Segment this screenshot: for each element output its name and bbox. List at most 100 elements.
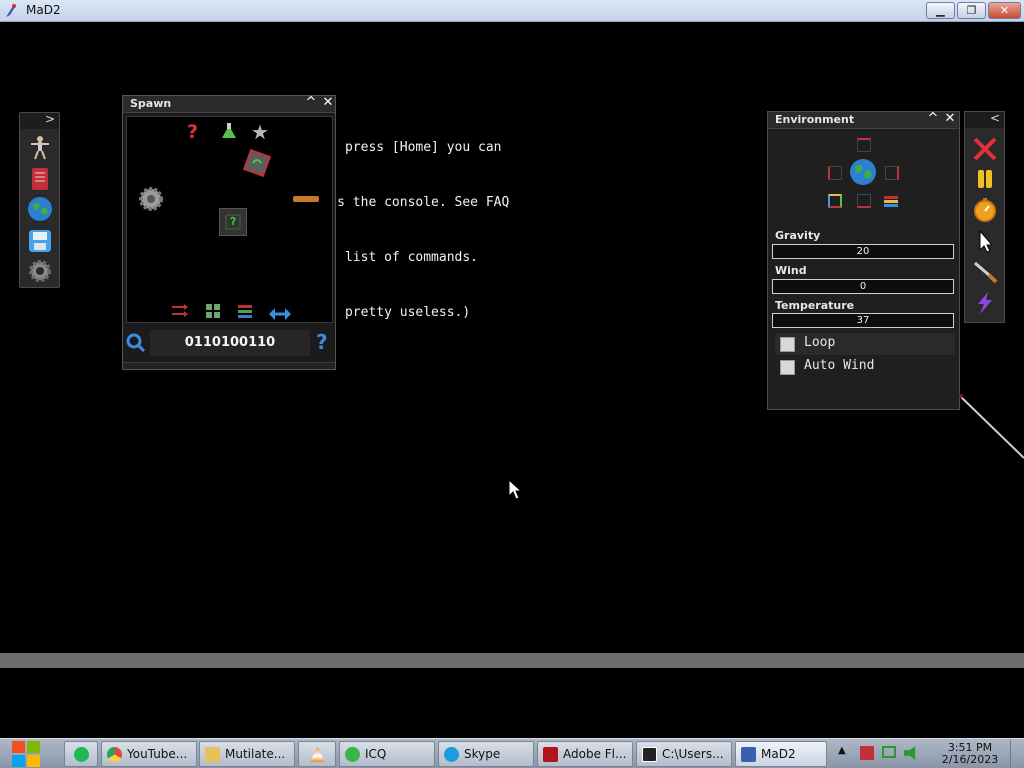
taskbar-label: ICQ [365, 747, 387, 761]
search-icon[interactable] [126, 333, 146, 353]
auto-wind-checkbox[interactable] [780, 360, 795, 375]
floor-toggle[interactable] [857, 194, 871, 208]
taskbar-label: Adobe Fl... [563, 747, 627, 761]
taskbar-chrome[interactable]: YouTube... [101, 741, 197, 767]
notebook-icon[interactable] [27, 166, 53, 192]
globe-icon[interactable] [849, 158, 877, 186]
taskbar-label: YouTube... [127, 747, 188, 761]
gear-object-icon[interactable] [137, 185, 165, 213]
auto-wind-label: Auto Wind [804, 358, 875, 373]
left-wall-toggle[interactable] [828, 166, 842, 180]
taskbar-label: Mutilate... [225, 747, 286, 761]
windows-taskbar: YouTube... Mutilate... ICQ Skype Adobe F… [0, 738, 1024, 768]
spawn-minimize-button[interactable]: ^ [303, 95, 319, 110]
loop-checkbox[interactable] [780, 337, 795, 352]
spawn-resize-bar[interactable] [123, 362, 335, 369]
network-icon[interactable] [882, 746, 896, 758]
shuffle-icon[interactable] [171, 303, 189, 317]
temperature-label: Temperature [775, 299, 855, 312]
wind-value: 0 [859, 281, 867, 292]
knife-icon[interactable] [971, 259, 999, 285]
7zip-icon [642, 747, 657, 762]
taskbar-label: Skype [464, 747, 501, 761]
delete-x-icon[interactable] [971, 136, 999, 162]
spawn-panel-title: Spawn [130, 97, 172, 110]
loop-label: Loop [804, 335, 836, 350]
minimize-button[interactable]: ▁ [926, 2, 955, 19]
top-wall-toggle[interactable] [857, 138, 871, 152]
temperature-slider[interactable]: 37 [772, 313, 954, 328]
expand-toolbar-button[interactable]: > [45, 112, 55, 126]
chrome-icon [107, 747, 122, 762]
right-toolbar: < [964, 111, 1005, 323]
taskbar-spotify[interactable] [64, 741, 98, 767]
pointer-cursor-icon[interactable] [971, 228, 999, 254]
taskbar-7zip[interactable]: C:\Users... [636, 741, 732, 767]
mystery-box-icon[interactable] [219, 208, 247, 236]
show-desktop-button[interactable] [1010, 740, 1022, 768]
potion-flask-icon[interactable] [220, 122, 238, 140]
spawn-panel: Spawn ^ ✕ ? ★ 0110100110 ? [122, 95, 336, 370]
spawn-search-bar: 0110100110 ? [123, 326, 335, 362]
ragdoll-tool-icon[interactable] [27, 134, 53, 160]
star-icon[interactable]: ★ [251, 120, 269, 144]
stick-object-icon[interactable] [293, 196, 319, 202]
random-question-icon[interactable]: ? [187, 121, 203, 143]
taskbar-mad2[interactable]: MaD2 [735, 741, 827, 767]
dice-box-icon[interactable] [241, 147, 273, 179]
icq-icon [345, 747, 360, 762]
restore-button[interactable]: ❐ [957, 2, 986, 19]
taskbar-vlc[interactable] [298, 741, 336, 767]
list-icon[interactable] [237, 303, 253, 319]
tray-expand-icon[interactable]: ▲ [838, 745, 846, 756]
auto-wind-checkbox-row[interactable]: Auto Wind [775, 356, 955, 378]
wind-slider[interactable]: 0 [772, 279, 954, 294]
temperature-value: 37 [856, 315, 870, 326]
taskbar-skype[interactable]: Skype [438, 741, 534, 767]
color-box-toggle[interactable] [828, 194, 842, 208]
taskbar-icq[interactable]: ICQ [339, 741, 435, 767]
help-icon[interactable]: ? [316, 330, 328, 354]
layers-icon[interactable] [883, 194, 899, 208]
mad2-icon [741, 747, 756, 762]
left-toolbar: > [19, 112, 60, 288]
rope-object[interactable] [955, 390, 1024, 460]
spawn-close-button[interactable]: ✕ [320, 95, 336, 110]
spawn-code-input[interactable]: 0110100110 [150, 330, 310, 356]
taskbar-folder[interactable]: Mutilate... [199, 741, 295, 767]
spotify-icon [74, 747, 89, 762]
volume-icon[interactable] [904, 746, 916, 760]
taskbar-clock[interactable]: 3:51 PM 2/16/2023 [938, 742, 1002, 766]
environment-panel-header[interactable]: Environment ^ ✕ [768, 111, 959, 129]
right-wall-toggle[interactable] [885, 166, 899, 180]
loop-checkbox-row[interactable]: Loop [775, 333, 955, 355]
environment-minimize-button[interactable]: ^ [925, 111, 941, 126]
save-disk-icon[interactable] [27, 228, 53, 254]
gravity-slider[interactable]: 20 [772, 244, 954, 259]
ground-floor [0, 653, 1024, 668]
left-toolbar-header: > [20, 112, 59, 129]
taskbar-flash[interactable]: Adobe Fl... [537, 741, 633, 767]
window-title: MaD2 [26, 3, 61, 17]
gear-icon[interactable] [27, 258, 53, 284]
globe-icon[interactable] [27, 196, 53, 222]
wind-label: Wind [775, 264, 807, 277]
spawn-panel-header[interactable]: Spawn ^ ✕ [123, 95, 336, 113]
collapse-toolbar-button[interactable]: < [990, 111, 1000, 125]
start-button[interactable] [8, 739, 44, 768]
action-center-flag-icon[interactable] [860, 746, 874, 760]
environment-close-button[interactable]: ✕ [942, 111, 958, 126]
spawn-item-grid: ? ★ [126, 116, 333, 323]
gravity-value: 20 [856, 246, 870, 257]
pause-icon[interactable] [971, 166, 999, 192]
mouse-cursor-icon [508, 478, 523, 505]
flash-icon [543, 747, 558, 762]
lightning-icon[interactable] [971, 290, 999, 316]
right-toolbar-header: < [965, 111, 1004, 128]
swap-arrows-icon[interactable] [269, 305, 291, 320]
stopwatch-icon[interactable] [971, 197, 999, 223]
close-button[interactable]: ✕ [988, 2, 1021, 19]
grid-icon[interactable] [205, 303, 221, 319]
environment-panel-title: Environment [775, 113, 855, 126]
skype-icon [444, 747, 459, 762]
